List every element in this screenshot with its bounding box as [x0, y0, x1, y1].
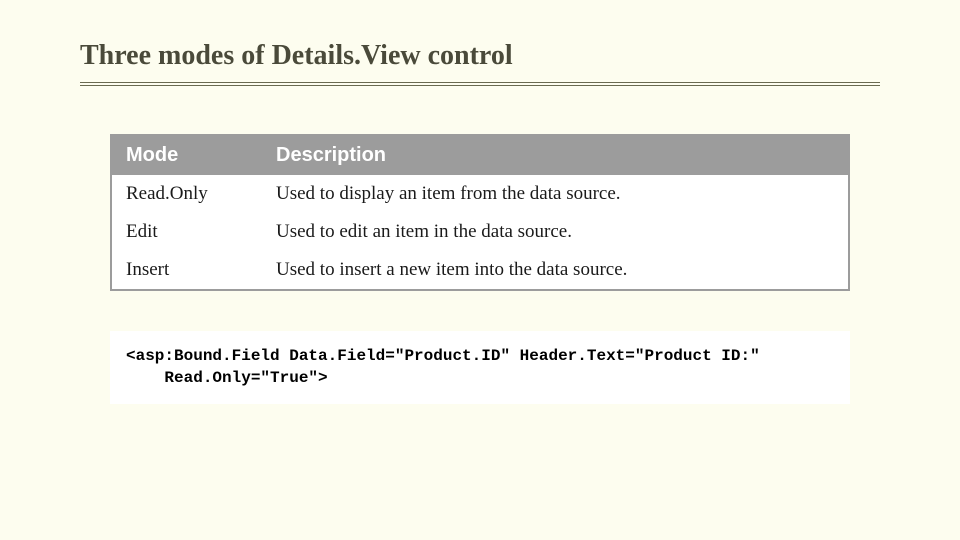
modes-table-container: Mode Description Read.Only Used to displ… [110, 134, 850, 291]
mode-cell: Insert [112, 251, 262, 289]
mode-cell: Edit [112, 213, 262, 251]
code-snippet: <asp:Bound.Field Data.Field="Product.ID"… [110, 331, 850, 404]
description-cell: Used to edit an item in the data source. [262, 213, 848, 251]
page-title: Three modes of Details.View control [80, 40, 880, 82]
mode-cell: Read.Only [112, 175, 262, 213]
table-row: Insert Used to insert a new item into th… [112, 251, 848, 289]
table-row: Edit Used to edit an item in the data so… [112, 213, 848, 251]
description-cell: Used to display an item from the data so… [262, 175, 848, 213]
table-header-mode: Mode [112, 136, 262, 175]
table-header-description: Description [262, 136, 848, 175]
table-row: Read.Only Used to display an item from t… [112, 175, 848, 213]
description-cell: Used to insert a new item into the data … [262, 251, 848, 289]
title-divider [80, 82, 880, 86]
modes-table: Mode Description Read.Only Used to displ… [112, 136, 848, 289]
